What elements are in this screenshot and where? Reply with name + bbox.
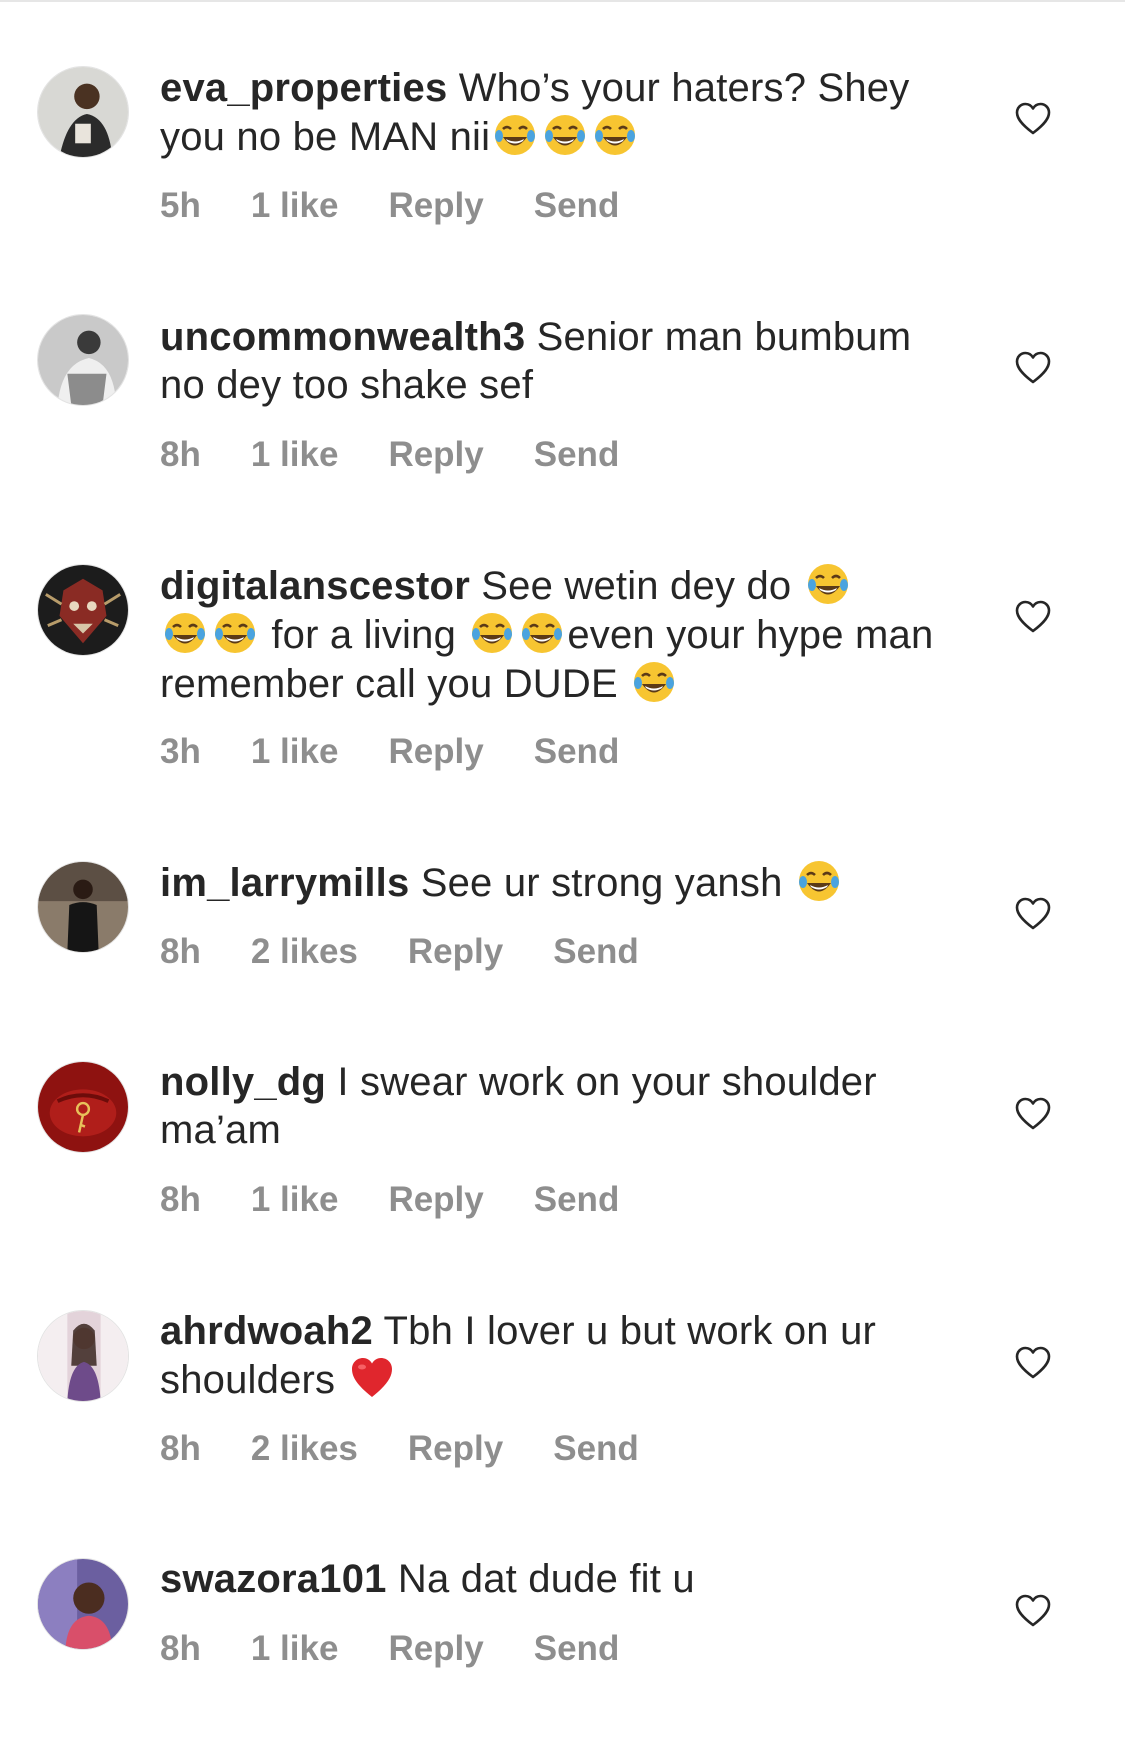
comment-time: 8h <box>160 932 201 971</box>
comment-likes[interactable]: 1 like <box>251 1180 339 1220</box>
reply-button[interactable]: Reply <box>388 1180 483 1220</box>
send-button[interactable]: Send <box>534 732 620 772</box>
comment-likes[interactable]: 1 like <box>251 732 339 772</box>
comment-username[interactable]: eva_properties <box>160 66 447 110</box>
comment-meta: 8h 2 likes Reply Send <box>160 932 689 972</box>
comment-text: uncommonwealth3 Senior man bumbum no dey… <box>160 313 960 409</box>
heart-outline-icon[interactable] <box>1015 102 1051 136</box>
tears-of-joy-emoji-icon <box>592 112 638 158</box>
avatar[interactable] <box>37 564 129 656</box>
reply-button[interactable]: Reply <box>388 435 483 475</box>
comment-username[interactable]: uncommonwealth3 <box>160 315 525 359</box>
avatar[interactable] <box>37 1061 129 1153</box>
tears-of-joy-emoji-icon <box>162 610 208 656</box>
comment-meta: 3h 1 like Reply Send <box>160 732 669 772</box>
heart-outline-icon[interactable] <box>1015 1346 1051 1380</box>
comment-time: 8h <box>160 435 201 474</box>
heart-outline-icon[interactable] <box>1015 351 1051 385</box>
comment-meta: 8h 1 like Reply Send <box>160 1180 669 1220</box>
comment-text: eva_properties Who’s your haters? Shey y… <box>160 64 960 161</box>
send-button[interactable]: Send <box>534 1629 620 1669</box>
send-button[interactable]: Send <box>534 435 620 475</box>
send-button[interactable]: Send <box>534 186 620 226</box>
comment-text: im_larrymills See ur strong yansh <box>160 858 960 907</box>
red-heart-emoji-icon <box>349 1355 395 1401</box>
comment-body: for a living <box>260 613 468 657</box>
comment-time: 8h <box>160 1629 201 1668</box>
tears-of-joy-emoji-icon <box>631 659 677 705</box>
reply-button[interactable]: Reply <box>408 932 503 972</box>
tears-of-joy-emoji-icon <box>492 112 538 158</box>
avatar[interactable] <box>37 861 129 953</box>
avatar[interactable] <box>37 1310 129 1402</box>
comment-body: See wetin dey do <box>469 564 803 608</box>
comment-username[interactable]: ahrdwoah2 <box>160 1309 373 1353</box>
comment-meta: 8h 1 like Reply Send <box>160 1629 669 1669</box>
top-divider <box>0 0 1125 2</box>
comment-text: swazora101 Na dat dude fit u <box>160 1555 960 1603</box>
heart-outline-icon[interactable] <box>1015 1097 1051 1131</box>
avatar[interactable] <box>37 314 129 406</box>
comment-time: 8h <box>160 1429 201 1468</box>
comment-username[interactable]: im_larrymills <box>160 861 409 905</box>
heart-outline-icon[interactable] <box>1015 897 1051 931</box>
comment-username[interactable]: swazora101 <box>160 1557 387 1601</box>
send-button[interactable]: Send <box>534 1180 620 1220</box>
comment-body: See ur strong yansh <box>409 861 794 905</box>
tears-of-joy-emoji-icon <box>796 858 842 904</box>
tears-of-joy-emoji-icon <box>469 610 515 656</box>
avatar[interactable] <box>37 66 129 158</box>
comment-likes[interactable]: 1 like <box>251 1629 339 1669</box>
comment-body: Na dat dude fit u <box>386 1557 695 1601</box>
comment-text: ahrdwoah2 Tbh I lover u but work on ur s… <box>160 1307 960 1404</box>
comment-meta: 8h 2 likes Reply Send <box>160 1429 689 1469</box>
heart-outline-icon[interactable] <box>1015 600 1051 634</box>
tears-of-joy-emoji-icon <box>805 561 851 607</box>
comment-time: 5h <box>160 186 201 225</box>
comment-username[interactable]: nolly_dg <box>160 1060 326 1104</box>
comment-meta: 5h 1 like Reply Send <box>160 186 669 226</box>
comment-likes[interactable]: 2 likes <box>251 1429 358 1469</box>
tears-of-joy-emoji-icon <box>212 610 258 656</box>
reply-button[interactable]: Reply <box>388 186 483 226</box>
comment-meta: 8h 1 like Reply Send <box>160 435 669 475</box>
comment-time: 8h <box>160 1180 201 1219</box>
comment-text: nolly_dg I swear work on your shoulder m… <box>160 1058 960 1154</box>
comment-username[interactable]: digitalanscestor <box>160 564 470 608</box>
reply-button[interactable]: Reply <box>408 1429 503 1469</box>
avatar[interactable] <box>37 1558 129 1650</box>
tears-of-joy-emoji-icon <box>519 610 565 656</box>
send-button[interactable]: Send <box>553 932 639 972</box>
reply-button[interactable]: Reply <box>388 1629 483 1669</box>
comment-likes[interactable]: 1 like <box>251 435 339 475</box>
comment-text: digitalanscestor See wetin dey do for a … <box>160 561 960 708</box>
comment-likes[interactable]: 2 likes <box>251 932 358 972</box>
heart-outline-icon[interactable] <box>1015 1594 1051 1628</box>
comment-time: 3h <box>160 732 201 771</box>
tears-of-joy-emoji-icon <box>542 112 588 158</box>
comment-likes[interactable]: 1 like <box>251 186 339 226</box>
send-button[interactable]: Send <box>553 1429 639 1469</box>
reply-button[interactable]: Reply <box>388 732 483 772</box>
